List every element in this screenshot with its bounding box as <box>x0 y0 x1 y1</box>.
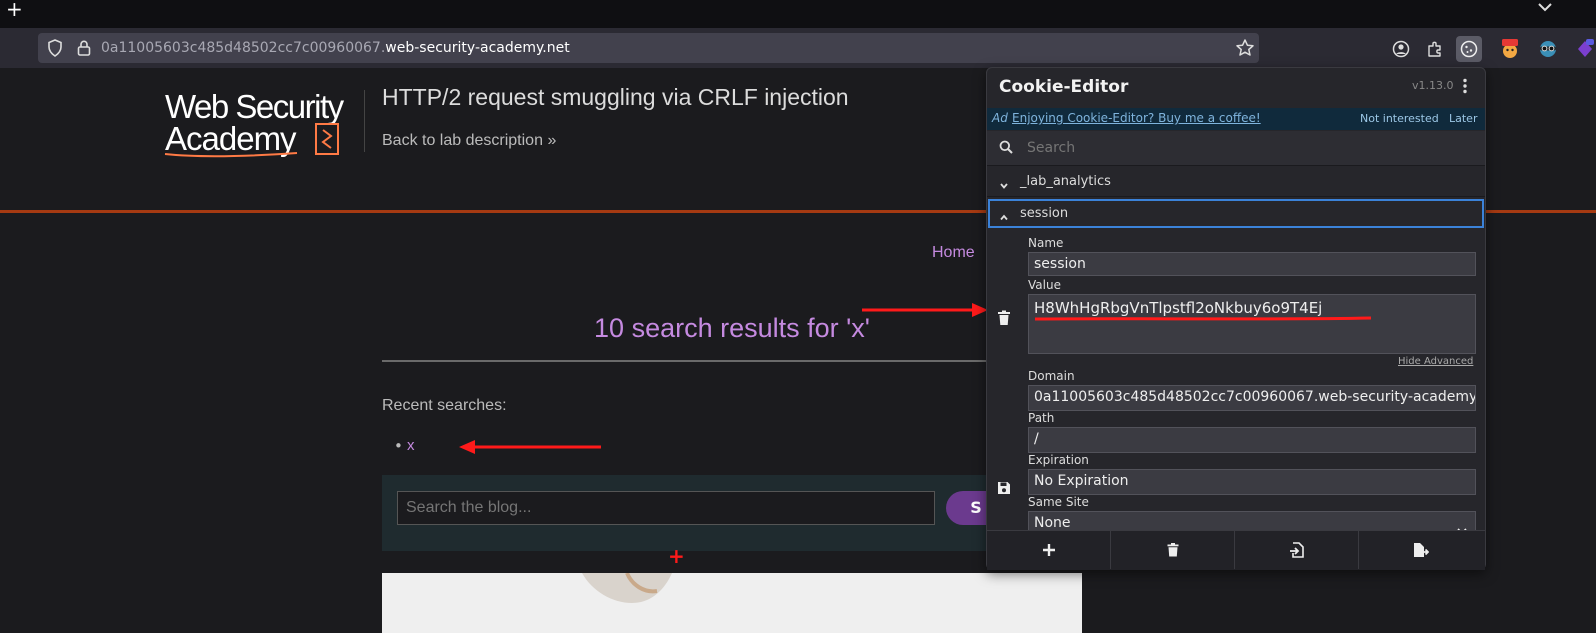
expiration-input[interactable]: No Expiration <box>1028 469 1476 495</box>
chevron-down-icon <box>999 176 1009 189</box>
annotation-arrow-value <box>862 303 988 317</box>
recent-search-link[interactable]: x <box>407 437 415 454</box>
bullet-icon: • <box>394 437 403 455</box>
back-link-label: Back to lab description <box>382 132 543 149</box>
account-icon[interactable] <box>1388 36 1414 62</box>
url-subdomain: 0a11005603c485d48502cc7c00960067. <box>101 40 386 56</box>
spy-icon[interactable] <box>1535 36 1561 62</box>
save-icon[interactable] <box>997 480 1011 494</box>
samesite-label: Same Site <box>1028 495 1089 509</box>
not-interested-button[interactable]: Not interested <box>1360 112 1439 125</box>
name-input[interactable]: session <box>1028 252 1476 276</box>
expiration-label: Expiration <box>1028 453 1089 467</box>
back-to-lab-link[interactable]: Back to lab description » <box>382 132 556 150</box>
url-domain: web-security-academy.net <box>385 40 570 56</box>
annotation-arrow-recent <box>459 440 601 454</box>
lab-title: HTTP/2 request smuggling via CRLF inject… <box>382 84 849 110</box>
shield-icon[interactable] <box>47 39 63 57</box>
domain-input[interactable]: 0a11005603c485d48502cc7c00960067.web-sec… <box>1028 385 1476 411</box>
lock-icon[interactable] <box>77 39 91 57</box>
cookie-editor-icon[interactable] <box>1456 36 1482 62</box>
ad-tag: Ad <box>992 111 1008 125</box>
cookie-name-label: session <box>1020 206 1069 221</box>
add-cookie-button[interactable] <box>987 531 1111 569</box>
cookie-name-label: _lab_analytics <box>1020 174 1111 189</box>
import-button[interactable] <box>1235 531 1359 569</box>
recent-searches-label: Recent searches: <box>382 397 507 414</box>
url-text[interactable]: 0a11005603c485d48502cc7c00960067.web-sec… <box>101 38 570 58</box>
blog-post-image[interactable] <box>382 573 1082 633</box>
tab-strip <box>0 0 1596 28</box>
delete-all-icon <box>1167 543 1178 557</box>
extensions-icon[interactable] <box>1422 36 1448 62</box>
value-label: Value <box>1028 278 1061 292</box>
search-icon <box>999 139 1013 154</box>
delete-all-button[interactable] <box>1111 531 1235 569</box>
download-icon[interactable] <box>1573 36 1596 62</box>
svg-text:Academy: Academy <box>165 120 297 157</box>
hide-advanced-link[interactable]: Hide Advanced <box>1398 356 1473 367</box>
burp-icon[interactable] <box>1497 36 1523 62</box>
new-tab-button[interactable]: + <box>6 0 26 20</box>
trash-icon[interactable] <box>997 310 1011 326</box>
import-icon <box>1289 542 1304 558</box>
chevron-up-icon <box>999 208 1009 221</box>
cookie-editor-title: Cookie-Editor <box>999 77 1129 97</box>
path-input[interactable]: / <box>1028 427 1476 453</box>
value-textarea[interactable]: H8WhHgRbgVnTlpstfl2oNkbuy6o9T4Ej <box>1028 294 1476 354</box>
web-security-academy-logo[interactable]: Web Security Academy <box>163 88 363 162</box>
kebab-menu-icon[interactable] <box>1462 78 1468 94</box>
home-link[interactable]: Home <box>932 244 975 262</box>
logo-divider <box>364 90 365 152</box>
double-chevron-icon: » <box>547 132 557 149</box>
list-all-tabs-icon[interactable] <box>1534 0 1556 14</box>
ad-link[interactable]: Enjoying Cookie-Editor? Buy me a coffee! <box>1012 111 1261 125</box>
path-label: Path <box>1028 411 1055 425</box>
results-divider <box>382 360 1082 362</box>
cookie-search-input[interactable] <box>1027 138 1467 158</box>
export-button[interactable] <box>1359 531 1483 569</box>
annotation-underline <box>1034 316 1372 321</box>
blog-search-input[interactable] <box>397 491 935 525</box>
version-label: v1.13.0 <box>1412 79 1454 92</box>
later-button[interactable]: Later <box>1449 112 1477 125</box>
export-icon <box>1414 543 1429 557</box>
bookmark-star-icon[interactable] <box>1235 38 1255 58</box>
value-text: H8WhHgRbgVnTlpstfl2oNkbuy6o9T4Ej <box>1034 299 1323 317</box>
name-label: Name <box>1028 236 1064 250</box>
domain-label: Domain <box>1028 369 1075 383</box>
add-icon <box>1042 544 1055 556</box>
cursor-cross-icon: + <box>668 544 685 568</box>
